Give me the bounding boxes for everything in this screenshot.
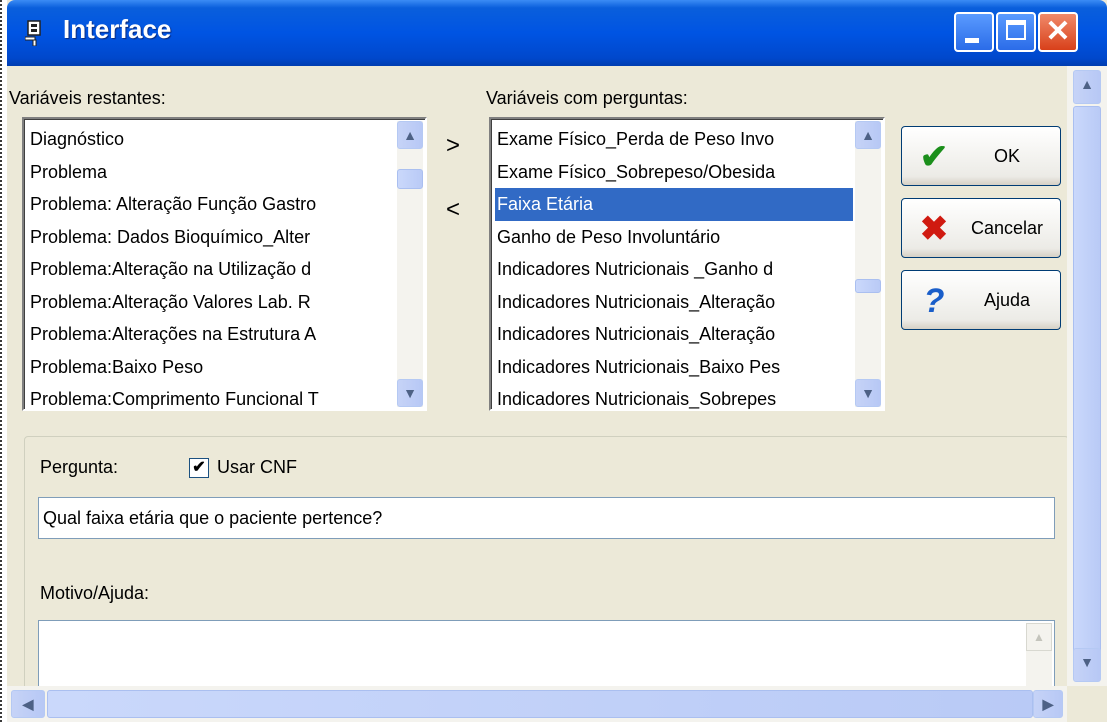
list-item[interactable]: Problema: Dados Bioquímico_Alter xyxy=(28,221,395,254)
list-item[interactable]: Exame Físico_Perda de Peso Invo xyxy=(495,123,853,156)
window-horizontal-scrollbar[interactable]: ◀ ▶ xyxy=(7,686,1067,722)
minimize-icon xyxy=(965,38,979,43)
question-input[interactable]: Qual faixa etária que o paciente pertenc… xyxy=(38,497,1055,539)
remaining-variables-list[interactable]: Diagnóstico Problema Problema: Alteração… xyxy=(22,117,427,411)
remaining-list-scrollbar[interactable]: ▲ ▼ xyxy=(397,121,423,407)
list-item[interactable]: Indicadores Nutricionais_Alteração xyxy=(495,318,853,351)
list-item[interactable]: Indicadores Nutricionais_Alteração xyxy=(495,286,853,319)
minimize-button[interactable] xyxy=(954,12,994,52)
use-cnf-label[interactable]: Usar CNF xyxy=(217,457,297,478)
close-button[interactable]: ✕ xyxy=(1038,12,1078,52)
add-variable-button[interactable]: > xyxy=(438,132,468,160)
interface-window: Interface ✕ Variáveis restantes: Diagnós… xyxy=(7,0,1107,722)
variables-with-questions-label: Variáveis com perguntas: xyxy=(486,88,688,108)
question-icon: ? xyxy=(923,282,945,320)
question-label: Pergunta: xyxy=(40,457,119,477)
list-item[interactable]: Problema:Alteração na Utilização d xyxy=(28,253,395,286)
scroll-thumb[interactable] xyxy=(855,279,881,293)
maximize-button[interactable] xyxy=(996,12,1036,52)
screen-edge xyxy=(0,0,2,722)
list-item[interactable]: Problema:Comprimento Funcional T xyxy=(28,383,395,409)
list-item[interactable]: Problema xyxy=(28,156,395,189)
remove-variable-button[interactable]: < xyxy=(438,196,468,224)
variables-with-questions-list[interactable]: Exame Físico_Perda de Peso Invo Exame Fí… xyxy=(489,117,885,411)
list-item[interactable]: Ganho de Peso Involuntário xyxy=(495,221,853,254)
cancel-button-label: Cancelar xyxy=(970,218,1044,238)
app-icon xyxy=(25,20,41,46)
ok-button-label: OK xyxy=(993,146,1020,166)
window-scroll-thumb[interactable] xyxy=(1073,106,1101,662)
use-cnf-checkbox[interactable]: ✔ xyxy=(189,458,209,478)
help-button[interactable]: ? Ajuda xyxy=(901,270,1061,330)
ok-button[interactable]: ✔ OK xyxy=(901,126,1061,186)
list-item[interactable]: Problema:Alterações na Estrutura A xyxy=(28,318,395,351)
list-item[interactable]: Indicadores Nutricionais_Baixo Pes xyxy=(495,351,853,384)
scroll-down-icon[interactable]: ▼ xyxy=(1073,648,1101,682)
help-button-label: Ajuda xyxy=(983,290,1031,310)
window-title: Interface xyxy=(63,14,172,44)
scroll-up-icon[interactable]: ▲ xyxy=(855,121,881,149)
scroll-up-icon[interactable]: ▲ xyxy=(397,121,423,149)
checkmark-icon: ✔ xyxy=(919,138,949,176)
close-icon: ✕ xyxy=(1045,15,1071,48)
scroll-thumb[interactable] xyxy=(397,169,423,189)
remaining-variables-label: Variáveis restantes: xyxy=(9,88,166,108)
x-icon: ✖ xyxy=(919,210,949,248)
questions-list-scrollbar[interactable]: ▲ ▼ xyxy=(855,121,881,407)
scroll-up-icon[interactable]: ▲ xyxy=(1026,623,1052,651)
list-item-selected[interactable]: Faixa Etária xyxy=(495,188,853,221)
list-item[interactable]: Diagnóstico xyxy=(28,123,395,156)
scroll-down-icon[interactable]: ▼ xyxy=(855,379,881,407)
list-item[interactable]: Problema:Baixo Peso xyxy=(28,351,395,384)
list-item[interactable]: Exame Físico_Sobrepeso/Obesida xyxy=(495,156,853,189)
list-item[interactable]: Problema:Alteração Valores Lab. R xyxy=(28,286,395,319)
window-hscroll-thumb[interactable] xyxy=(47,690,1033,718)
scroll-up-icon[interactable]: ▲ xyxy=(1073,70,1101,104)
scroll-down-icon[interactable]: ▼ xyxy=(397,379,423,407)
reason-label: Motivo/Ajuda: xyxy=(40,583,150,603)
list-item[interactable]: Indicadores Nutricionais_Sobrepes xyxy=(495,383,853,409)
list-item[interactable]: Problema: Alteração Função Gastro xyxy=(28,188,395,221)
cancel-button[interactable]: ✖ Cancelar xyxy=(901,198,1061,258)
scroll-right-icon[interactable]: ▶ xyxy=(1033,690,1063,718)
window-vertical-scrollbar[interactable]: ▲ ▼ xyxy=(1067,66,1107,686)
list-item[interactable]: Indicadores Nutricionais _Ganho d xyxy=(495,253,853,286)
maximize-icon xyxy=(1006,20,1026,40)
scroll-left-icon[interactable]: ◀ xyxy=(11,690,45,718)
title-bar[interactable]: Interface ✕ xyxy=(7,0,1107,66)
resize-grip[interactable] xyxy=(1067,686,1107,722)
